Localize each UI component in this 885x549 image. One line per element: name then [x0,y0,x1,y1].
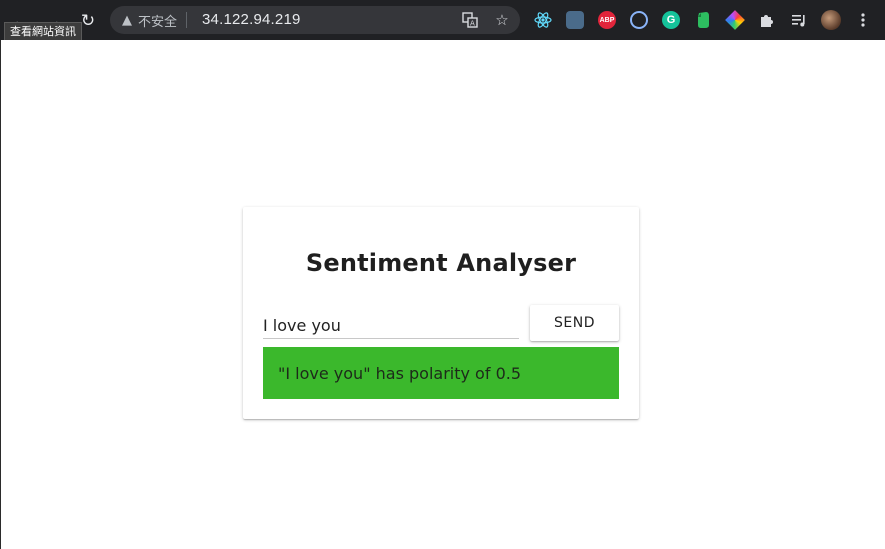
sentiment-card: Sentiment Analyser SEND "I love you" has… [243,207,639,419]
avatar[interactable] [821,10,841,30]
browser-toolbar: ← → ↻ ▲ 不安全 34.122.94.219 A ☆ ABP G 查看網站… [0,0,885,42]
window-edge [0,40,1,549]
site-info-button[interactable]: ▲ 不安全 [116,9,188,31]
svg-text:A: A [470,20,475,28]
divider [186,12,188,28]
abp-icon[interactable]: ABP [597,10,617,30]
address-bar[interactable]: ▲ 不安全 34.122.94.219 A ☆ [110,6,520,34]
result-text: "I love you" has polarity of 0.5 [278,363,522,383]
circle-icon[interactable] [629,10,649,30]
react-icon[interactable] [533,10,553,30]
security-label: 不安全 [138,14,178,30]
translate-icon[interactable]: A [460,10,480,30]
result-banner: "I love you" has polarity of 0.5 [263,347,619,399]
star-icon[interactable]: ☆ [492,10,512,30]
warning-icon: ▲ [122,12,132,28]
colorpicker-icon[interactable] [725,10,745,30]
evernote-icon[interactable] [693,10,713,30]
puzzle-icon[interactable] [757,10,777,30]
grammarly-icon[interactable]: G [661,10,681,30]
extension-icon[interactable] [565,10,585,30]
menu-icon[interactable] [853,10,873,30]
url-text[interactable]: 34.122.94.219 [202,6,301,34]
media-icon[interactable] [789,10,809,30]
send-button[interactable]: SEND [530,305,619,341]
page-title: Sentiment Analyser [305,249,577,277]
text-input[interactable] [263,312,519,339]
tooltip: 查看網站資訊 [4,22,82,42]
